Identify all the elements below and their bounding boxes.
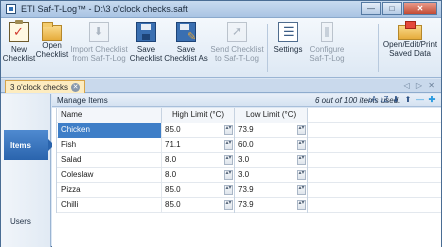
configure-saf-t-log-button[interactable]: Configure Saf-T-Log [307, 22, 347, 76]
table-row[interactable]: Chicken 85.0 ▴▾ 73.9 ▴▾ [52, 123, 441, 138]
grid-header-row: Name High Limit (°C) Low Limit (°C) [52, 108, 441, 123]
high-limit-spinner[interactable]: ▴▾ [224, 170, 233, 180]
low-limit-spinner[interactable]: ▴▾ [297, 140, 306, 150]
table-row[interactable]: Pizza 85.0 ▴▾ 73.9 ▴▾ [52, 183, 441, 198]
minimize-button[interactable]: — [361, 2, 381, 15]
add-item-icon[interactable]: ✚ [427, 95, 437, 105]
save-disk-icon [136, 22, 156, 42]
ribbon-separator [267, 24, 268, 72]
panel-toolbar: ↓A ↓Z ⬇ ⬆ — ✚ [365, 95, 437, 105]
send-icon [227, 22, 247, 42]
tab-3-oclock-checks[interactable]: 3 o'clock checks ✕ [5, 80, 85, 93]
high-limit-spinner[interactable]: ▴▾ [224, 200, 233, 210]
window-controls: — □ ✕ [360, 2, 437, 15]
open-checklist-label: Open Checklist [35, 41, 69, 59]
nav-item-label: Items [10, 140, 31, 150]
column-header-low-limit[interactable]: Low Limit (°C) [235, 108, 308, 123]
document-tab-strip: 3 o'clock checks ✕ ◁ ▷ ✕ [1, 79, 441, 93]
nav-item-users[interactable]: Users [4, 206, 48, 236]
high-limit-spinner[interactable]: ▴▾ [224, 185, 233, 195]
import-icon [89, 22, 109, 42]
row-selector[interactable] [52, 183, 57, 198]
sort-ascending-icon[interactable]: ↓A [367, 95, 377, 105]
item-name-cell[interactable]: Fish [58, 138, 162, 153]
panel-title: Manage Items [57, 96, 108, 105]
ribbon-separator [378, 24, 379, 72]
row-selector[interactable] [52, 123, 57, 138]
app-window: ETI Saf-T-Log™ - D:\3 o'clock checks.saf… [0, 0, 442, 247]
new-checklist-label: New Checklist [2, 45, 36, 63]
item-name-cell[interactable]: Salad [58, 153, 162, 168]
low-limit-spinner[interactable]: ▴▾ [297, 125, 306, 135]
ribbon-toolbar: NewChecklist OpenChecklist Import Checkl… [1, 18, 441, 78]
settings-label: Settings [273, 45, 303, 54]
open-edit-print-label: Open/Edit/Print Saved Data [382, 40, 438, 58]
high-limit-spinner[interactable]: ▴▾ [224, 155, 233, 165]
save-checklist-label: Save Checklist [129, 45, 163, 63]
open-edit-print-button[interactable]: Open/Edit/Print Saved Data [382, 21, 438, 76]
save-checklist-as-label: Save Checklist As [164, 45, 208, 63]
low-limit-spinner[interactable]: ▴▾ [297, 185, 306, 195]
low-limit-spinner[interactable]: ▴▾ [297, 170, 306, 180]
move-up-icon[interactable]: ⬆ [403, 95, 413, 105]
app-icon [6, 4, 16, 14]
low-limit-spinner[interactable]: ▴▾ [297, 155, 306, 165]
tab-close-icon[interactable]: ✕ [71, 82, 80, 92]
row-selector[interactable] [52, 198, 57, 213]
nav-item-items[interactable]: Items [4, 130, 54, 160]
close-button[interactable]: ✕ [403, 2, 437, 15]
item-name-cell[interactable]: Coleslaw [58, 168, 162, 183]
maximize-button[interactable]: □ [382, 2, 402, 15]
tab-label: 3 o'clock checks [10, 82, 68, 92]
column-header-name[interactable]: Name [58, 108, 162, 123]
item-name-cell[interactable]: Chilli [58, 198, 162, 213]
tab-navigation-icons[interactable]: ◁ ▷ ✕ [404, 81, 437, 90]
send-checklist-button[interactable]: Send Checklistto Saf-T-Log [210, 22, 264, 76]
high-limit-spinner[interactable]: ▴▾ [224, 140, 233, 150]
side-navigation: Items Users [1, 94, 54, 247]
send-checklist-label: Send Checklist to Saf-T-Log [210, 45, 264, 63]
move-down-icon[interactable]: ⬇ [391, 95, 401, 105]
window-title: ETI Saf-T-Log™ - D:\3 o'clock checks.saf… [21, 4, 188, 14]
table-row[interactable]: Salad 8.0 ▴▾ 3.0 ▴▾ [52, 153, 441, 168]
high-limit-spinner[interactable]: ▴▾ [224, 125, 233, 135]
row-selector[interactable] [52, 168, 57, 183]
panel-header: Manage Items 6 out of 100 items used. ↓A… [52, 94, 441, 107]
open-checklist-button[interactable]: Open Checklist [35, 22, 69, 76]
new-checklist-button[interactable]: NewChecklist [2, 20, 36, 76]
open-folder-icon [42, 22, 62, 41]
save-checklist-as-button[interactable]: SaveChecklist As [164, 22, 208, 76]
save-checklist-button[interactable]: Save Checklist [130, 22, 162, 76]
print-folder-icon [398, 21, 422, 40]
table-row[interactable]: Fish 71.1 ▴▾ 60.0 ▴▾ [52, 138, 441, 153]
import-checklist-label: Import Checklist from Saf-T-Log [70, 45, 128, 63]
configure-saf-t-log-label: Configure Saf-T-Log [309, 45, 345, 63]
sort-descending-icon[interactable]: ↓Z [379, 95, 389, 105]
configure-device-icon [321, 22, 333, 42]
low-limit-spinner[interactable]: ▴▾ [297, 200, 306, 210]
column-header-high-limit[interactable]: High Limit (°C) [162, 108, 235, 123]
nav-item-label: Users [10, 216, 31, 226]
title-bar[interactable]: ETI Saf-T-Log™ - D:\3 o'clock checks.saf… [1, 1, 441, 18]
row-selector[interactable] [52, 138, 57, 153]
settings-icon [278, 22, 298, 42]
save-as-icon [176, 22, 196, 43]
items-grid: Name High Limit (°C) Low Limit (°C) Chic… [52, 108, 441, 247]
item-name-cell[interactable]: Pizza [58, 183, 162, 198]
row-selector[interactable] [52, 153, 57, 168]
remove-item-icon[interactable]: — [415, 95, 425, 105]
new-checklist-icon [9, 20, 29, 42]
table-row[interactable]: Chilli 85.0 ▴▾ 73.9 ▴▾ [52, 198, 441, 213]
settings-button[interactable]: Settings [271, 22, 305, 76]
import-checklist-button[interactable]: Import Checklistfrom Saf-T-Log [70, 22, 128, 76]
header-row-selector [52, 108, 57, 123]
table-row[interactable]: Coleslaw 8.0 ▴▾ 3.0 ▴▾ [52, 168, 441, 183]
item-name-cell[interactable]: Chicken [58, 123, 162, 138]
